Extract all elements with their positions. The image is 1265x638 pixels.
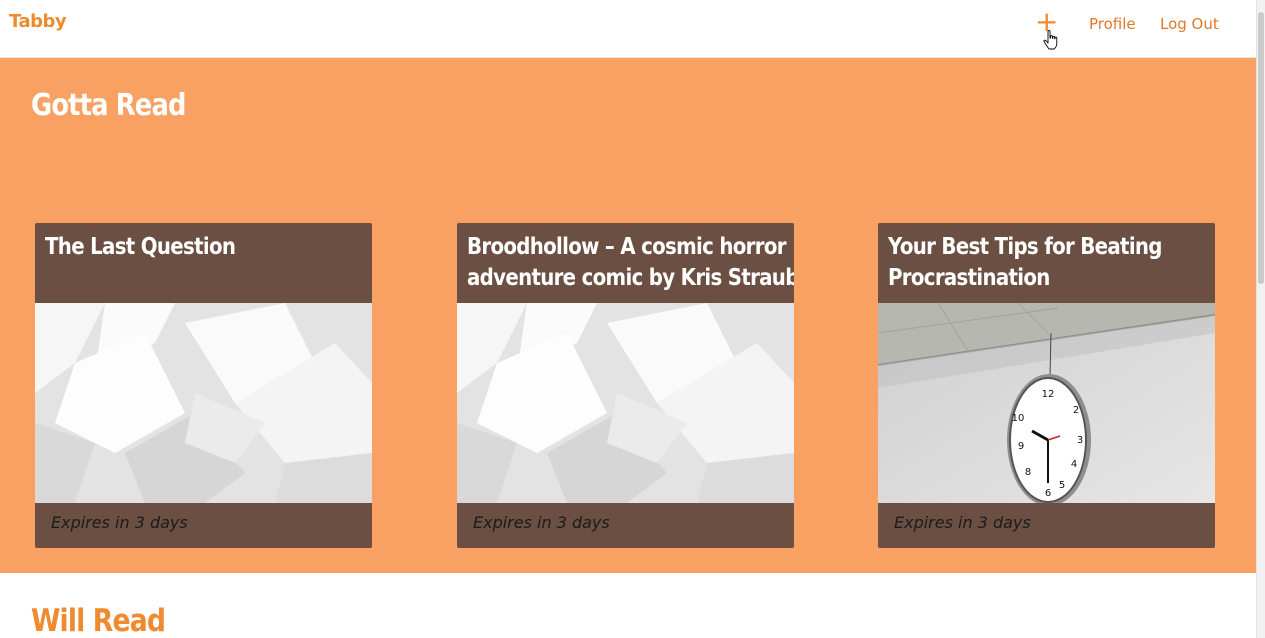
article-title[interactable]: Broodhollow – A cosmic horror adventure … <box>467 232 794 294</box>
article-title-line: Your Best Tips for Beating <box>888 234 1162 260</box>
article-title[interactable]: The Last Question <box>45 232 320 263</box>
article-expires: Expires in 3 days <box>51 513 188 532</box>
article-card[interactable]: The Last Question Expires in 3 days <box>35 223 372 548</box>
svg-text:4: 4 <box>1071 459 1077 470</box>
gotta-read-section: Gotta Read The Last Question Expires in … <box>0 58 1257 573</box>
article-card[interactable]: Your Best Tips for Beating Procrastinati… <box>878 223 1215 548</box>
will-read-title: Will Read <box>31 603 166 638</box>
svg-text:5: 5 <box>1059 480 1065 491</box>
nav-logout-link[interactable]: Log Out <box>1160 15 1219 33</box>
brand-logo[interactable]: Tabby <box>9 11 67 32</box>
hand-pointer-icon <box>1043 30 1058 50</box>
article-title-line: Procrastination <box>888 265 1050 291</box>
article-title[interactable]: Your Best Tips for Beating Procrastinati… <box>888 232 1163 294</box>
placeholder-pattern-icon <box>457 303 794 503</box>
svg-text:3: 3 <box>1077 435 1083 446</box>
article-clock-image[interactable]: 12 2 3 4 5 6 10 9 8 <box>878 303 1215 503</box>
svg-text:8: 8 <box>1025 467 1031 478</box>
article-card[interactable]: Broodhollow – A cosmic horror adventure … <box>457 223 794 548</box>
svg-text:9: 9 <box>1018 441 1024 452</box>
scrollbar-thumb[interactable] <box>1258 12 1264 284</box>
svg-text:12: 12 <box>1042 389 1055 400</box>
gotta-read-title: Gotta Read <box>31 88 186 123</box>
placeholder-pattern-icon <box>35 303 372 503</box>
svg-text:2: 2 <box>1073 405 1079 416</box>
article-title-line: adventure comic by Kris Straub <box>467 265 794 291</box>
article-expires: Expires in 3 days <box>894 513 1031 532</box>
article-title-line: Broodhollow – A cosmic horror <box>467 234 786 260</box>
top-navbar: Tabby + Profile Log Out <box>0 0 1257 58</box>
wall-clock-photo-icon: 12 2 3 4 5 6 10 9 8 <box>878 303 1215 503</box>
article-placeholder-image[interactable] <box>35 303 372 503</box>
nav-profile-link[interactable]: Profile <box>1089 15 1136 33</box>
article-expires: Expires in 3 days <box>473 513 610 532</box>
page-scrollbar[interactable] <box>1256 0 1265 638</box>
will-read-section: Will Read <box>0 573 1257 638</box>
svg-text:6: 6 <box>1045 488 1051 499</box>
page: Tabby + Profile Log Out Gotta Read The L… <box>0 0 1265 638</box>
article-title-line: The Last Question <box>45 234 236 260</box>
article-placeholder-image[interactable] <box>457 303 794 503</box>
svg-text:10: 10 <box>1012 413 1025 424</box>
